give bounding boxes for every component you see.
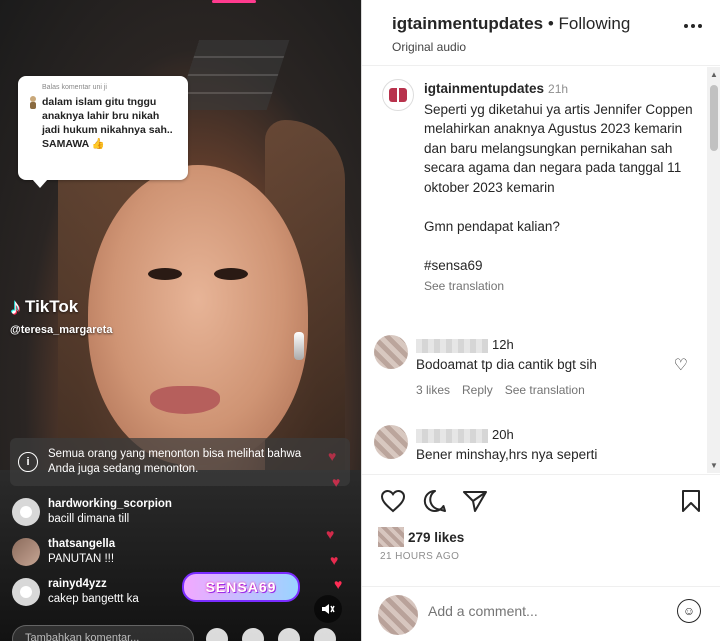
- comment-icon[interactable]: [422, 489, 448, 513]
- add-comment-bar: ☺: [362, 586, 720, 641]
- app-root: Balas komentar uni ji dalam islam gitu t…: [0, 0, 720, 641]
- heart-icon: ♥: [330, 552, 339, 568]
- like-icon[interactable]: [314, 628, 336, 641]
- reel-video[interactable]: Balas komentar uni ji dalam islam gitu t…: [0, 0, 361, 641]
- heart-icon: ♥: [328, 448, 337, 464]
- tiktok-username: @teresa_margareta: [10, 324, 113, 336]
- avatar[interactable]: [374, 335, 408, 369]
- live-comment-user: thatsangella: [48, 538, 116, 550]
- post-header: igtainmentupdates • Following Original a…: [362, 0, 720, 66]
- post-actions: 279 likes 21 HOURS AGO: [362, 474, 720, 586]
- scroll-up-icon[interactable]: ▲: [710, 70, 718, 79]
- live-comment-text: bacill dimana till: [48, 513, 130, 525]
- video-figure-eye: [214, 268, 248, 280]
- reply-button[interactable]: Reply: [462, 383, 493, 397]
- caption-time: 21h: [548, 82, 569, 96]
- scrollbar[interactable]: ▲ ▼: [707, 67, 720, 473]
- scroll-down-icon[interactable]: ▼: [710, 461, 718, 470]
- reply-card-text: dalam islam gitu tnggu anaknya lahir bru…: [42, 96, 173, 150]
- live-comment: rainyd4yzz cakep bangettt ka: [12, 578, 139, 606]
- tiktok-watermark: ♪ TikTok: [10, 296, 78, 318]
- sticker-text: SENSA69: [205, 579, 277, 595]
- live-comment-text: PANUTAN !!!: [48, 553, 115, 565]
- video-figure-mouth: [150, 386, 220, 414]
- avatar[interactable]: [374, 425, 408, 459]
- comment-meta: 3 likes Reply See translation: [416, 383, 585, 397]
- heart-icon: ♥: [334, 576, 343, 592]
- share-icon[interactable]: [278, 628, 300, 641]
- comment-text: Bodoamat tp dia cantik bgt sih: [416, 357, 597, 372]
- sensa69-sticker: SENSA69: [182, 572, 300, 602]
- add-comment-input[interactable]: [428, 603, 658, 619]
- emoji-icon[interactable]: ☺: [677, 599, 701, 623]
- following-button[interactable]: Following: [559, 14, 631, 33]
- see-translation-link[interactable]: See translation: [505, 383, 585, 397]
- mute-icon[interactable]: [314, 595, 342, 623]
- likes-count[interactable]: 279 likes: [408, 530, 464, 545]
- like-heart-icon[interactable]: ♡: [674, 355, 688, 375]
- header-title: igtainmentupdates • Following: [392, 14, 720, 34]
- live-comment-user: rainyd4yzz: [48, 578, 107, 590]
- scrollbar-thumb[interactable]: [710, 85, 718, 151]
- reply-avatar-icon: [30, 96, 36, 109]
- heart-icon: ♥: [332, 474, 341, 490]
- floating-hearts: ♥ ♥ ♥ ♥ ♥: [322, 448, 356, 598]
- question-icon[interactable]: [242, 628, 264, 641]
- header-username[interactable]: igtainmentupdates: [392, 14, 543, 33]
- more-options-icon[interactable]: [684, 24, 702, 28]
- background-ceiling: [176, 40, 290, 110]
- audio-link[interactable]: Original audio: [392, 40, 720, 54]
- caption-text: Seperti yg diketahui ya artis Jennifer C…: [424, 101, 693, 273]
- notice-text: Semua orang yang menonton bisa melihat b…: [48, 448, 302, 475]
- comments-scroll-area[interactable]: igtainmentupdates 21h Seperti yg diketahu…: [362, 67, 720, 473]
- video-figure-eye: [148, 268, 182, 280]
- header-separator: •: [543, 14, 559, 33]
- avatar: [12, 538, 40, 566]
- avatar[interactable]: [382, 79, 414, 111]
- avatar: [12, 578, 40, 606]
- avatar: [378, 527, 404, 547]
- live-comment-text: cakep bangettt ka: [48, 593, 139, 605]
- like-icon[interactable]: [380, 489, 406, 513]
- viewer-notice: i Semua orang yang menonton bisa melihat…: [10, 438, 350, 486]
- info-icon: i: [18, 452, 38, 472]
- post-caption: igtainmentupdates 21h Seperti yg diketahu…: [382, 79, 702, 297]
- heart-icon: ♥: [326, 526, 335, 542]
- live-comment: thatsangella PANUTAN !!!: [12, 538, 115, 566]
- share-icon[interactable]: [462, 489, 488, 513]
- live-comment-input[interactable]: Tambahkan komentar...: [12, 625, 194, 641]
- progress-indicator: [212, 0, 256, 3]
- post-panel: igtainmentupdates • Following Original a…: [361, 0, 720, 641]
- live-comment-user: hardworking_scorpion: [48, 498, 172, 510]
- comment-username-redacted[interactable]: [416, 339, 488, 353]
- comment-username-redacted[interactable]: [416, 429, 488, 443]
- caption-username[interactable]: igtainmentupdates: [424, 81, 544, 96]
- comment-likes[interactable]: 3 likes: [416, 383, 450, 397]
- reply-comment-card: Balas komentar uni ji dalam islam gitu t…: [18, 76, 188, 188]
- see-translation-link[interactable]: See translation: [424, 277, 702, 297]
- reply-card-header: Balas komentar uni ji: [42, 84, 107, 91]
- add-icon[interactable]: [206, 628, 228, 641]
- live-action-icons: [206, 628, 336, 641]
- comment-time: 12h: [492, 337, 514, 352]
- comment-time: 20h: [492, 427, 514, 442]
- likes-summary[interactable]: 279 likes: [378, 527, 464, 547]
- post-time-ago: 21 HOURS AGO: [380, 551, 460, 562]
- tiktok-wordmark: TikTok: [25, 297, 79, 316]
- comment-text: Bener minshay,hrs nya seperti: [416, 447, 598, 462]
- video-figure-earring: [294, 332, 304, 360]
- video-figure-face: [88, 165, 308, 465]
- bookmark-icon[interactable]: [680, 489, 702, 513]
- avatar: [12, 498, 40, 526]
- avatar: [378, 595, 418, 635]
- tiktok-logo-icon: ♪: [10, 294, 21, 319]
- live-comment: hardworking_scorpion bacill dimana till: [12, 498, 172, 526]
